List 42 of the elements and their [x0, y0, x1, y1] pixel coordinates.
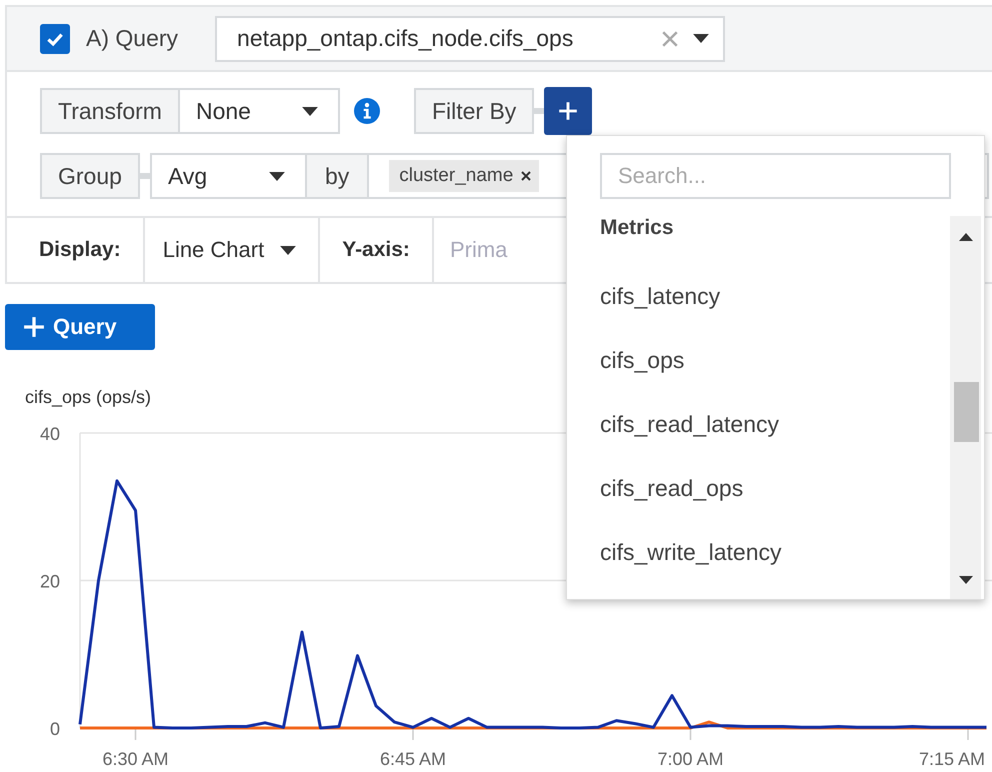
section-heading: Metrics — [600, 216, 675, 241]
y-tick-label: 40 — [40, 424, 60, 444]
metric-option[interactable]: cifs_ops — [600, 328, 939, 392]
scroll-down-icon[interactable] — [959, 576, 973, 584]
add-query-button[interactable]: Query — [5, 304, 155, 350]
display-select[interactable]: Line Chart — [144, 218, 320, 282]
metric-option[interactable]: cifs_read_ops — [600, 456, 939, 520]
plus-icon — [23, 316, 45, 338]
y-axis-label: Y-axis: — [320, 218, 434, 282]
display-label: Display: — [7, 218, 145, 282]
caret-icon — [268, 172, 285, 180]
caret-icon — [302, 106, 318, 116]
aggregation-select[interactable]: Avg — [150, 153, 307, 199]
scrollbar-thumb[interactable] — [954, 382, 979, 442]
remove-icon[interactable] — [521, 171, 532, 181]
x-tick-label: 6:45 AM — [380, 749, 446, 769]
caret-icon — [693, 34, 710, 43]
metric-option[interactable]: cifs_read_latency — [600, 392, 939, 456]
transform-label: Transform — [40, 88, 180, 134]
transform-select[interactable]: None — [180, 88, 340, 134]
y-tick-label: 20 — [40, 572, 60, 592]
metric-select[interactable]: netapp_ontap.cifs_node.cifs_ops — [215, 16, 726, 62]
x-tick-label: 7:00 AM — [657, 749, 724, 769]
scroll-up-icon[interactable] — [959, 233, 973, 241]
info-icon[interactable] — [354, 98, 380, 124]
scrollbar[interactable] — [950, 216, 981, 599]
filter-by-label: Filter By — [414, 88, 534, 134]
metric-option[interactable]: cifs_latency — [600, 264, 939, 328]
group-label: Group — [40, 153, 140, 199]
by-label: by — [306, 153, 370, 199]
x-tick-label: 6:30 AM — [102, 749, 169, 769]
checkbox[interactable] — [40, 24, 70, 54]
caret-icon — [280, 246, 296, 254]
y-axis-title: cifs_ops (ops/s) — [25, 387, 152, 407]
search-field[interactable]: Search... — [600, 153, 951, 199]
plus-icon — [557, 100, 580, 122]
x-tick-label: 7:15 AM — [918, 749, 986, 769]
add-filter-button[interactable] — [544, 87, 592, 135]
tag-chip[interactable]: cluster_name — [389, 160, 540, 192]
y-tick-label: 0 — [50, 719, 60, 739]
metric-option[interactable]: cifs_write_latency — [600, 520, 939, 584]
query-label: A) Query — [86, 25, 178, 52]
